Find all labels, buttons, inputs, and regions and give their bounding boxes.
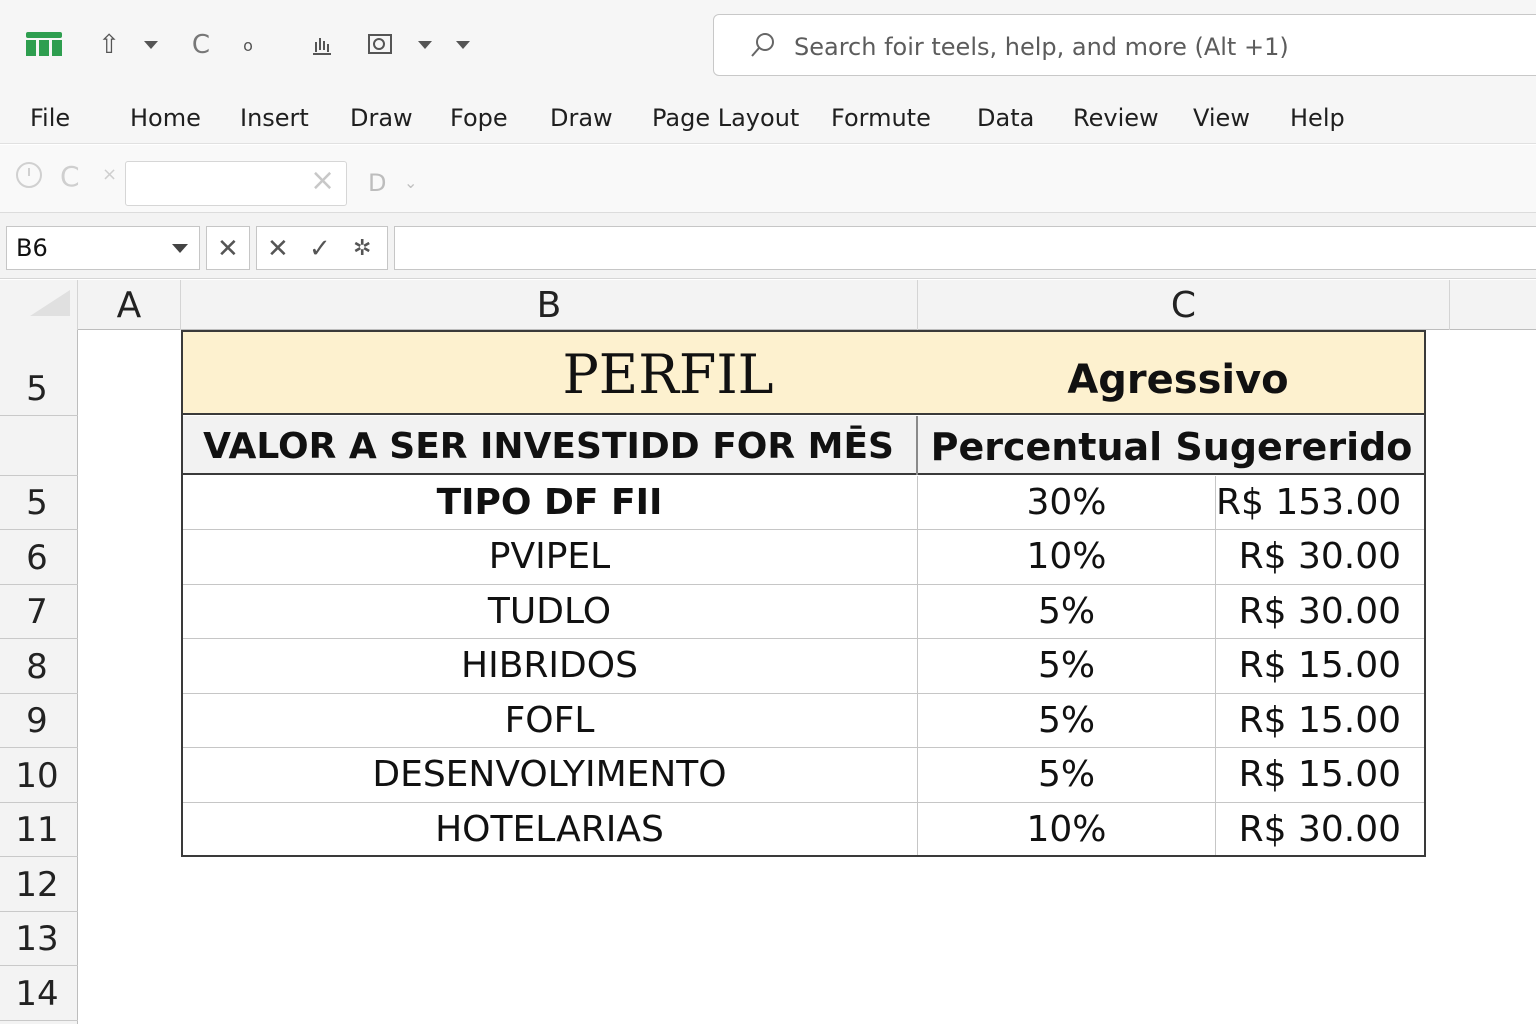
row-header[interactable]: 6	[0, 530, 78, 585]
chevron-down-icon[interactable]	[414, 28, 436, 62]
row-header[interactable]: 11	[0, 803, 78, 857]
row-header[interactable]: 5	[0, 476, 78, 530]
row-header[interactable]: 12	[0, 857, 78, 912]
sheets-app-icon[interactable]	[26, 30, 62, 58]
row-header[interactable]: 13	[0, 912, 78, 966]
confirm-icon[interactable]: ✓	[309, 227, 331, 271]
search-input[interactable]: Search foir teels, help, and more (Alt +…	[794, 30, 1289, 64]
function-icon[interactable]: ✲	[353, 227, 371, 271]
column-header-c[interactable]: C	[918, 280, 1450, 330]
tab-insert[interactable]: Insert	[240, 100, 309, 136]
name-box-dropdown-icon[interactable]	[172, 244, 188, 253]
row-header[interactable]: 5	[0, 330, 78, 416]
tab-home[interactable]: Home	[130, 100, 201, 136]
dot-icon: o	[243, 35, 253, 55]
close-formula-button[interactable]: ✕	[206, 226, 250, 270]
tab-draw[interactable]: Draw	[350, 100, 413, 136]
small-x-icon: ×	[102, 164, 118, 185]
row-header[interactable]	[0, 416, 78, 476]
column-header-b[interactable]: B	[181, 280, 918, 330]
column-header-d[interactable]	[1450, 280, 1536, 330]
row-header[interactable]: 14	[0, 966, 78, 1021]
tab-page-layout[interactable]: Page Layout	[652, 100, 799, 136]
customize-toolbar-icon[interactable]	[452, 28, 474, 62]
redo-icon[interactable]: C	[186, 28, 216, 62]
select-all-icon	[30, 290, 70, 316]
upload-icon[interactable]: ⇧	[94, 28, 124, 62]
power-icon[interactable]	[14, 160, 44, 198]
tab-review[interactable]: Review	[1073, 100, 1159, 136]
table-border	[181, 330, 1426, 857]
chevron-down-icon[interactable]: ⌄	[404, 166, 417, 200]
cancel-icon[interactable]: ✕	[267, 227, 289, 271]
touch-icon[interactable]	[306, 28, 338, 62]
row-header[interactable]: 7	[0, 585, 78, 639]
formula-actions: ✕ ✓ ✲	[256, 226, 388, 270]
column-header-a[interactable]: A	[78, 280, 181, 330]
clear-icon[interactable]: ×	[310, 164, 335, 198]
tab-data[interactable]: Data	[977, 100, 1034, 136]
search-icon	[748, 30, 778, 60]
tab-formulas[interactable]: Formute	[831, 100, 931, 136]
tab-file[interactable]: File	[30, 100, 70, 136]
tab-view[interactable]: View	[1193, 100, 1250, 136]
row-header[interactable]: 10	[0, 748, 78, 803]
close-icon: ✕	[217, 234, 239, 264]
tab-help[interactable]: Help	[1290, 100, 1345, 136]
name-box-value: B6	[16, 234, 48, 262]
refresh-icon[interactable]: C	[60, 160, 80, 194]
shape-icon[interactable]	[364, 28, 396, 62]
row-header[interactable]: 9	[0, 694, 78, 748]
formula-input[interactable]	[394, 226, 1536, 270]
row-header[interactable]: 8	[0, 639, 78, 694]
tab-fope[interactable]: Fope	[450, 100, 508, 136]
tab-draw-2[interactable]: Draw	[550, 100, 613, 136]
ribbon-dropdown-label[interactable]: D	[368, 166, 386, 200]
chevron-down-icon[interactable]	[140, 28, 162, 62]
